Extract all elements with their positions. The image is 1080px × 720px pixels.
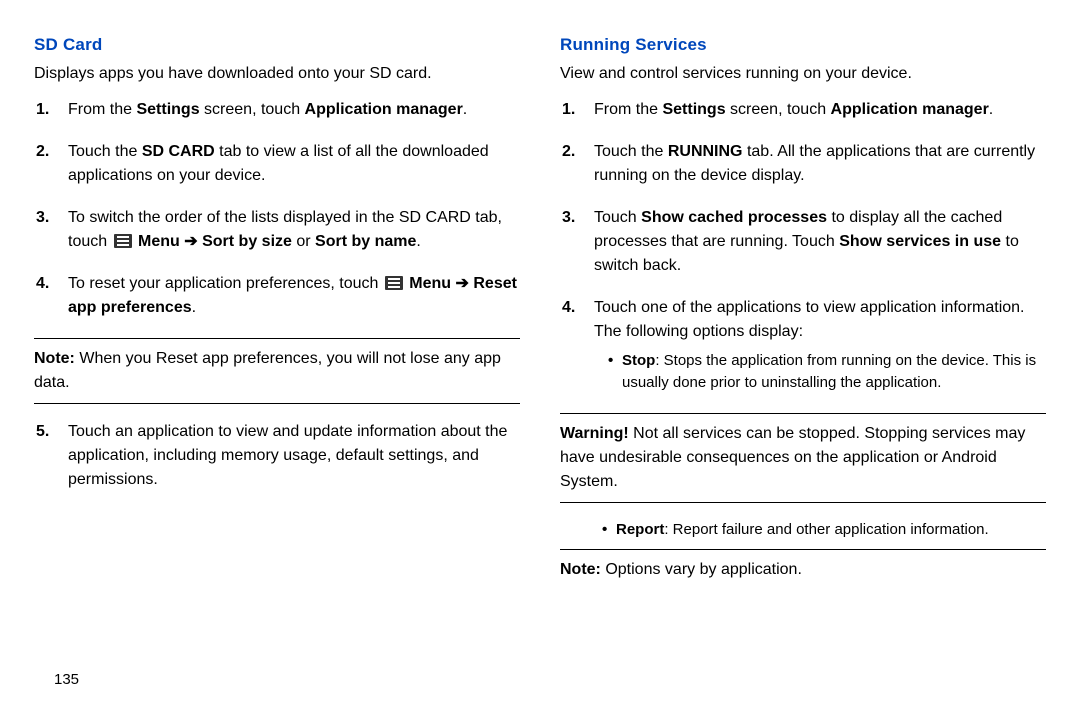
bullet-stop: Stop: Stops the application from running…	[608, 350, 1046, 395]
page-number: 135	[54, 671, 79, 688]
sd-card-heading: SD Card	[34, 32, 520, 58]
running-services-heading: Running Services	[560, 32, 1046, 58]
left-column: SD Card Displays apps you have downloade…	[34, 32, 520, 720]
right-note: Note: Options vary by application.	[560, 549, 1046, 590]
left-step-5: Touch an application to view and update …	[62, 420, 520, 492]
right-step-1: From the Settings screen, touch Applicat…	[588, 98, 1046, 122]
sd-card-intro: Displays apps you have downloaded onto y…	[34, 62, 520, 86]
right-step-4: Touch one of the applications to view ap…	[588, 296, 1046, 395]
menu-icon	[114, 234, 132, 248]
menu-icon	[385, 276, 403, 290]
right-step-3: Touch Show cached processes to display a…	[588, 206, 1046, 278]
left-step-1: From the Settings screen, touch Applicat…	[62, 98, 520, 122]
running-services-intro: View and control services running on you…	[560, 62, 1046, 86]
warning-block: Warning! Not all services can be stopped…	[560, 413, 1046, 503]
left-step-3: To switch the order of the lists display…	[62, 206, 520, 254]
left-step-4: To reset your application preferences, t…	[62, 272, 520, 320]
left-step-2: Touch the SD CARD tab to view a list of …	[62, 140, 520, 188]
right-step-2: Touch the RUNNING tab. All the applicati…	[588, 140, 1046, 188]
left-note: Note: When you Reset app preferences, yo…	[34, 338, 520, 404]
right-column: Running Services View and control servic…	[560, 32, 1046, 720]
bullet-report: Report: Report failure and other applica…	[602, 519, 1046, 542]
